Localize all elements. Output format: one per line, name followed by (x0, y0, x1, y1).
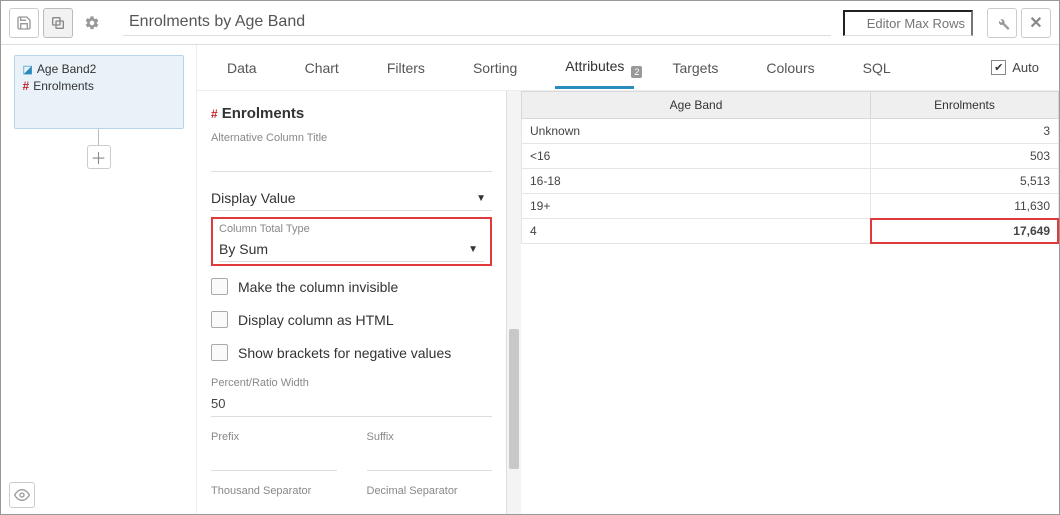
total-label-cell: 4 (522, 219, 871, 244)
cell-label: 19+ (522, 194, 871, 219)
total-value-text: 17,649 (1013, 224, 1050, 238)
checkbox[interactable] (211, 344, 228, 361)
display-value-select[interactable]: Display Value ▼ (211, 186, 492, 211)
table-row[interactable]: 16-18 5,513 (522, 169, 1059, 194)
tab-attributes-label: Attributes (565, 58, 624, 74)
cell-value: 503 (871, 144, 1059, 169)
close-button[interactable]: ✕ (1021, 8, 1051, 38)
tab-data[interactable]: Data (217, 48, 267, 88)
decimal-sep-label: Decimal Separator (367, 485, 493, 497)
caret-down-icon: ▼ (468, 244, 478, 255)
table-row[interactable]: <16 503 (522, 144, 1059, 169)
column-total-type-label: Column Total Type (219, 223, 484, 235)
copy-icon (50, 15, 66, 31)
cell-value: 5,513 (871, 169, 1059, 194)
cell-label: Unknown (522, 119, 871, 144)
brackets-negative-label: Show brackets for negative values (238, 345, 451, 361)
cell-label: <16 (522, 144, 871, 169)
copy-button[interactable] (43, 8, 73, 38)
alt-title-label: Alternative Column Title (211, 132, 492, 144)
alt-title-input[interactable] (211, 148, 492, 172)
prefix-label: Prefix (211, 431, 337, 443)
display-value-text: Display Value (211, 190, 296, 206)
table-total-row[interactable]: 4 17,649 (522, 219, 1059, 244)
save-icon (16, 15, 32, 31)
checkbox[interactable] (211, 278, 228, 295)
caret-down-icon: ▼ (476, 193, 486, 204)
prefix-input[interactable] (211, 447, 337, 471)
preview-table-area: Age Band Enrolments Unknown 3 <16 503 (521, 91, 1059, 514)
column-total-type-select[interactable]: By Sum ▼ (219, 237, 484, 262)
cell-value: 3 (871, 119, 1059, 144)
suffix-label: Suffix (367, 431, 493, 443)
attribute-section-title-text: Enrolments (222, 105, 305, 122)
tab-filters[interactable]: Filters (377, 48, 435, 88)
config-tabs: Data Chart Filters Sorting Attributes 2 … (197, 45, 1059, 91)
add-node-button[interactable]: ＋ (87, 145, 111, 169)
percent-width-label: Percent/Ratio Width (211, 377, 492, 389)
tab-attributes[interactable]: Attributes 2 (555, 46, 634, 89)
tab-colours[interactable]: Colours (756, 48, 824, 88)
tab-chart[interactable]: Chart (295, 48, 349, 88)
attributes-scrollbar[interactable] (507, 91, 521, 514)
top-toolbar: ✕ (1, 1, 1059, 45)
node-connector (98, 129, 99, 145)
column-total-type-value: By Sum (219, 241, 268, 257)
preview-visibility-button[interactable] (9, 482, 35, 508)
plus-icon: ＋ (90, 145, 106, 169)
make-invisible-label: Make the column invisible (238, 279, 398, 295)
checkbox[interactable] (211, 311, 228, 328)
attributes-panel: # Enrolments Alternative Column Title Di… (197, 91, 507, 514)
cell-value: 11,630 (871, 194, 1059, 219)
total-value-cell: 17,649 (871, 219, 1059, 244)
thousand-sep-label: Thousand Separator (211, 485, 337, 497)
hash-icon: # (211, 107, 218, 121)
table-row[interactable]: Unknown 3 (522, 119, 1059, 144)
query-builder-panel: ◪ Age Band2 # Enrolments ＋ (1, 45, 196, 514)
hash-icon: # (23, 79, 30, 93)
save-button[interactable] (9, 8, 39, 38)
column-total-type-highlight: Column Total Type By Sum ▼ (211, 217, 492, 266)
make-invisible-row[interactable]: Make the column invisible (211, 278, 492, 295)
cell-label: 16-18 (522, 169, 871, 194)
editor-max-rows-input[interactable] (843, 10, 973, 36)
attribute-section-title: # Enrolments (211, 105, 492, 122)
measure-row: # Enrolments (23, 79, 175, 93)
col-header-age-band[interactable]: Age Band (522, 92, 871, 119)
report-title-input[interactable] (123, 9, 831, 36)
table-row[interactable]: 19+ 11,630 (522, 194, 1059, 219)
close-icon: ✕ (1029, 13, 1042, 33)
dimension-row: ◪ Age Band2 (23, 62, 175, 76)
auto-checkbox[interactable]: ✔ (991, 60, 1006, 75)
display-html-row[interactable]: Display column as HTML (211, 311, 492, 328)
display-html-label: Display column as HTML (238, 312, 394, 328)
attributes-badge: 2 (631, 66, 642, 78)
preview-table: Age Band Enrolments Unknown 3 <16 503 (521, 91, 1059, 244)
wrench-button[interactable] (987, 8, 1017, 38)
scrollbar-thumb[interactable] (509, 329, 519, 469)
col-header-enrolments[interactable]: Enrolments (871, 92, 1059, 119)
percent-width-input[interactable] (211, 393, 492, 417)
cube-icon: ◪ (23, 63, 33, 76)
tab-targets[interactable]: Targets (662, 48, 728, 88)
tab-sorting[interactable]: Sorting (463, 48, 527, 88)
eye-icon (14, 487, 30, 503)
suffix-input[interactable] (367, 447, 493, 471)
auto-checkbox-row[interactable]: ✔ Auto (991, 60, 1039, 75)
settings-button[interactable] (77, 8, 107, 38)
gear-icon (84, 15, 100, 31)
auto-label: Auto (1012, 60, 1039, 75)
measure-label: Enrolments (33, 79, 94, 93)
data-node-card[interactable]: ◪ Age Band2 # Enrolments (14, 55, 184, 129)
wrench-icon (994, 15, 1010, 31)
brackets-negative-row[interactable]: Show brackets for negative values (211, 344, 492, 361)
tab-sql[interactable]: SQL (853, 48, 901, 88)
dimension-label: Age Band2 (37, 62, 96, 76)
